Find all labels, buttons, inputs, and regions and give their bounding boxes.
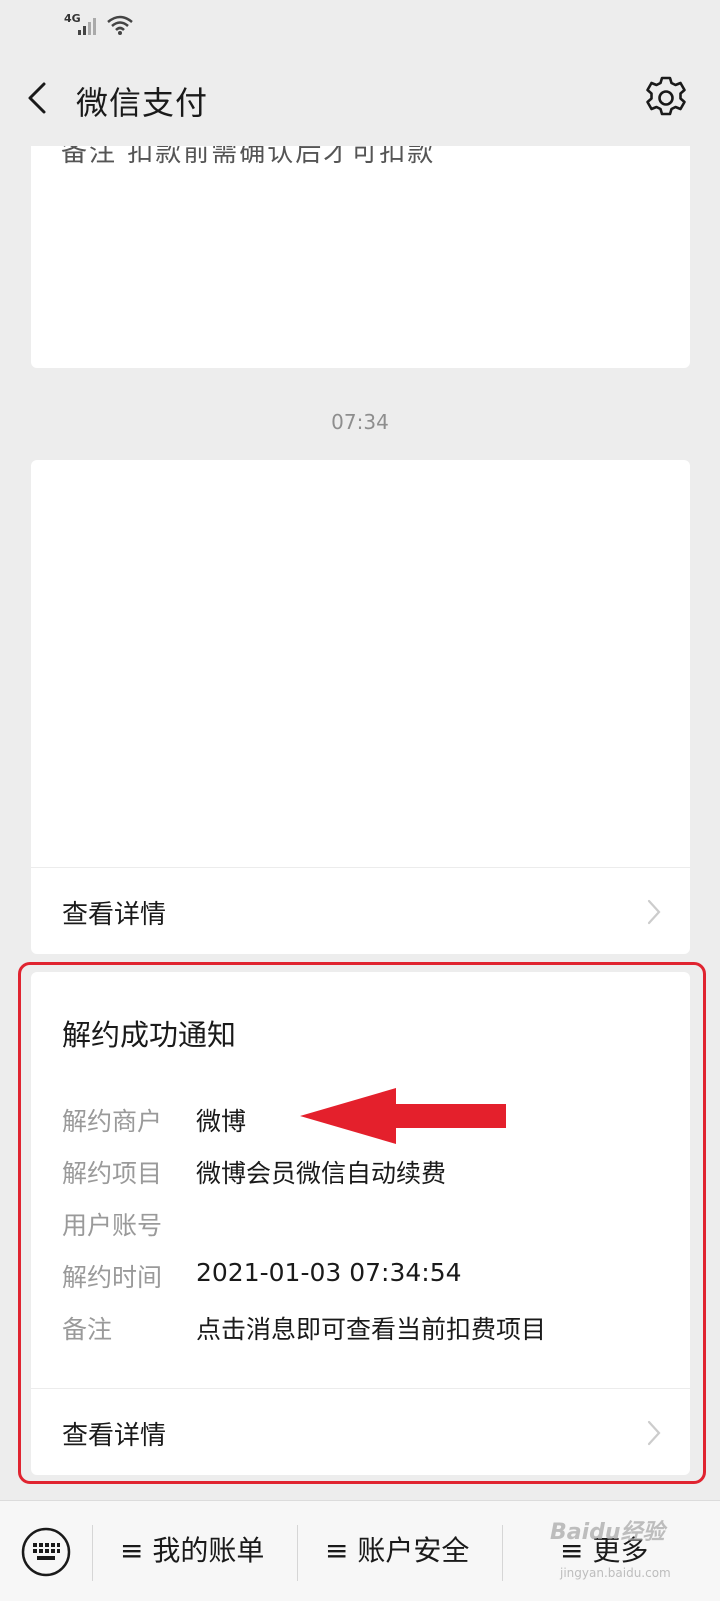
chevron-right-icon (647, 899, 661, 925)
menu-divider (92, 1525, 93, 1581)
gear-icon[interactable] (642, 74, 690, 122)
nav-bar: 微信支付 (0, 50, 720, 146)
annotation-arrow-icon (300, 1088, 506, 1144)
chevron-left-icon[interactable] (18, 76, 58, 120)
menu-account-security[interactable]: ≡ 账户安全 (325, 1529, 469, 1569)
message-card[interactable]: 查看详情 (31, 460, 690, 954)
wifi-icon (107, 15, 133, 35)
menu-divider (502, 1525, 503, 1581)
menu-divider (297, 1525, 298, 1581)
page-title: 微信支付 (76, 84, 209, 122)
watermark: Baidu经验 (550, 1520, 665, 1545)
view-details-label: 查看详情 (62, 900, 167, 930)
cut-off-text: 备注 扣款前需确认后才可扣款 (61, 146, 436, 168)
message-timestamp: 07:34 (331, 410, 389, 434)
view-details-row[interactable]: 查看详情 (31, 867, 690, 954)
watermark-url: jingyan.baidu.com (560, 1566, 671, 1580)
message-card-previous[interactable]: 备注 扣款前需确认后才可扣款 (31, 146, 690, 368)
keyboard-icon[interactable] (20, 1526, 72, 1578)
signal-icon (78, 18, 96, 35)
menu-my-bill[interactable]: ≡ 我的账单 (120, 1529, 264, 1569)
status-bar: 4G (0, 0, 720, 50)
highlight-box (18, 962, 706, 1484)
